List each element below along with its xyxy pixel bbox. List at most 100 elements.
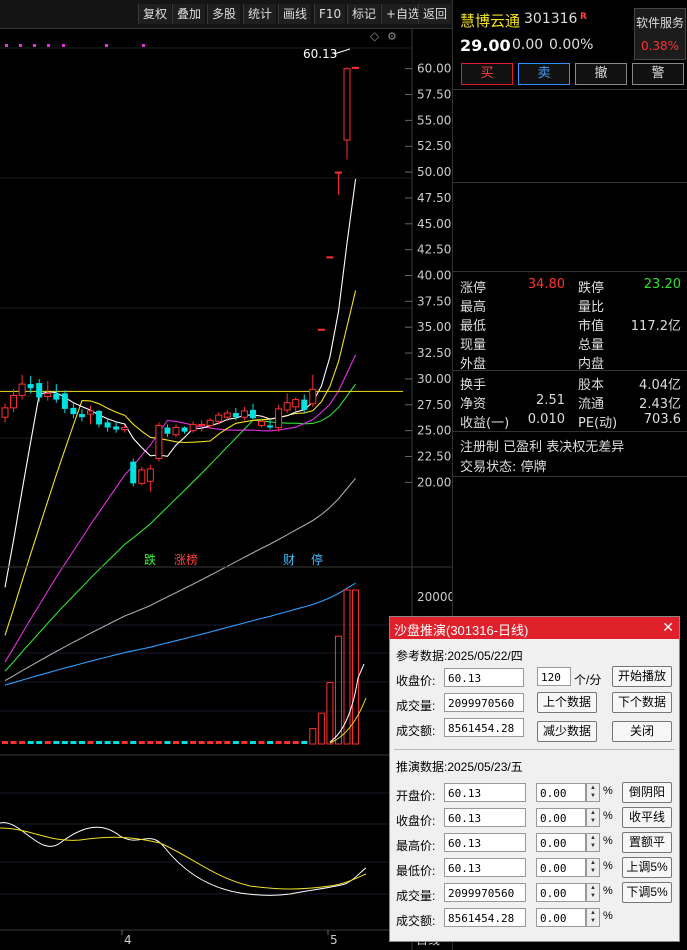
spin-up-icon[interactable]: ▲ [587,859,599,867]
f10-button[interactable]: F10 [314,4,346,24]
event-marker[interactable]: 涨榜 [174,552,198,567]
spin-button[interactable]: ▲ ▼ [586,808,600,827]
candle-body [249,409,256,419]
sim-delta-field[interactable]: 0.00 [536,858,586,877]
sim-delta-field[interactable]: 0.00 [536,883,586,902]
start-play-button[interactable]: 开始播放 [612,666,672,687]
spin-down-icon[interactable]: ▼ [587,867,599,875]
chart-toolbar: 复权 叠加 多股 统计 画线 F10 标记 +自选 返回 [0,0,452,29]
spin-up-icon[interactable]: ▲ [587,884,599,892]
volume-bar [164,741,171,744]
mark-button[interactable]: 标记 [347,4,381,24]
spin-down-icon[interactable]: ▼ [587,892,599,900]
event-marker[interactable]: 跌 [144,552,156,567]
ref-volume-field[interactable]: 2099970560 [444,693,524,712]
divider [453,271,687,272]
ref-close-label: 收盘价: [396,674,436,688]
spin-up-icon[interactable]: ▲ [587,784,599,792]
volume-bar [138,741,145,744]
sector-name: 软件服务 [635,16,684,30]
percent-sign: % [603,785,613,797]
back-button[interactable]: 返回 [418,4,452,24]
diamond-icon[interactable]: ◇ [370,29,380,43]
candle-body [113,426,120,430]
spin-down-icon[interactable]: ▼ [587,792,599,800]
price-tick-label: 42.50 [417,243,451,257]
spin-button[interactable]: ▲ ▼ [586,858,600,877]
draw-line-button[interactable]: 画线 [278,4,312,24]
reference-header: 参考数据:2025/05/22/四 [396,649,523,663]
sandbox-dialog: 沙盘推演(301316-日线) ✕ 参考数据:2025/05/22/四 收盘价:… [389,616,680,942]
ref-close-field[interactable]: 60.13 [444,668,524,687]
sim-action-button[interactable]: 下调5% [622,882,672,903]
statistics-button[interactable]: 统计 [243,4,277,24]
sim-delta-field[interactable]: 0.00 [536,783,586,802]
candle-body [352,66,360,69]
quote-label: 跌停 [578,281,605,296]
sell-button[interactable]: 卖 [518,63,570,85]
quote-label: 换手 [460,378,487,393]
dialog-titlebar[interactable]: 沙盘推演(301316-日线) ✕ [390,617,679,639]
spin-up-icon[interactable]: ▲ [587,834,599,842]
sector-box[interactable]: 软件服务 0.38% [634,8,686,60]
spin-down-icon[interactable]: ▼ [587,817,599,825]
buy-button[interactable]: 买 [461,63,513,85]
sim-value-field[interactable]: 60.13 [444,783,526,802]
volume-bar [343,589,351,745]
volume-bar [2,741,8,744]
close-button[interactable]: 关闭 [612,721,672,742]
quote-value: 703.6 [643,412,681,427]
sim-action-button[interactable]: 上调5% [622,857,672,878]
restore-rights-button[interactable]: 复权 [138,4,172,24]
kline-chart[interactable]: 60.00 57.50 55.00 52.50 50.00 47.50 45.00 42.50… [0,28,452,950]
sim-delta-field[interactable]: 0.00 [536,833,586,852]
sim-delta-field[interactable]: 0.00 [536,808,586,827]
sim-action-button[interactable]: 收平线 [622,807,672,828]
sim-value-field[interactable]: 60.13 [444,858,526,877]
prev-data-button[interactable]: 上个数据 [537,692,597,713]
spin-up-icon[interactable]: ▲ [587,909,599,917]
registration-note: 注册制 已盈利 表决权无差异 [460,440,625,455]
candle-body [96,410,103,425]
speed-input[interactable]: 120 [537,667,571,686]
volume-bar [352,589,360,745]
candle-body [36,383,43,398]
spin-down-icon[interactable]: ▼ [587,842,599,850]
sim-delta-field[interactable]: 0.00 [536,908,586,927]
price-tick-label: 52.50 [417,139,451,153]
close-icon[interactable]: ✕ [662,619,674,636]
volume-bar [258,741,265,744]
spin-up-icon[interactable]: ▲ [587,809,599,817]
event-marker[interactable]: 财 [283,553,295,567]
stock-name[interactable]: 慧博云通 [460,10,520,31]
spin-button[interactable]: ▲ ▼ [586,908,600,927]
sim-value-field[interactable]: 2099970560 [444,883,526,902]
reduce-data-button[interactable]: 减少数据 [537,721,597,742]
spin-button[interactable]: ▲ ▼ [586,783,600,802]
multi-stock-button[interactable]: 多股 [207,4,241,24]
volume-bar [284,741,291,744]
trade-status: 交易状态: 停牌 [460,460,547,475]
sim-value-field[interactable]: 60.13 [444,833,526,852]
event-marker[interactable]: 停 [311,552,323,567]
candle-body [267,425,274,428]
sim-action-button[interactable]: 倒阴阳 [622,782,672,803]
spin-down-icon[interactable]: ▼ [587,917,599,925]
candle-body [61,393,68,409]
quote-label: 股本 [578,378,605,393]
ref-amount-label: 成交额: [396,724,436,738]
candle-body [18,383,26,396]
cancel-order-button[interactable]: 撤 [575,63,627,85]
sim-value-field[interactable]: 60.13 [444,808,526,827]
ref-amount-field[interactable]: 8561454.28 [444,718,524,737]
overlay-button[interactable]: 叠加 [172,4,206,24]
next-data-button[interactable]: 下个数据 [612,692,672,713]
sim-value-field[interactable]: 8561454.28 [444,908,526,927]
spin-button[interactable]: ▲ ▼ [586,833,600,852]
candle-body [53,393,60,400]
max-price-annotation: 60.13 [303,47,337,61]
sim-action-button[interactable]: 置额平 [622,832,672,853]
spin-button[interactable]: ▲ ▼ [586,883,600,902]
settings-gear-icon[interactable]: ⚙ [387,30,397,43]
alert-button[interactable]: 警 [632,63,684,85]
